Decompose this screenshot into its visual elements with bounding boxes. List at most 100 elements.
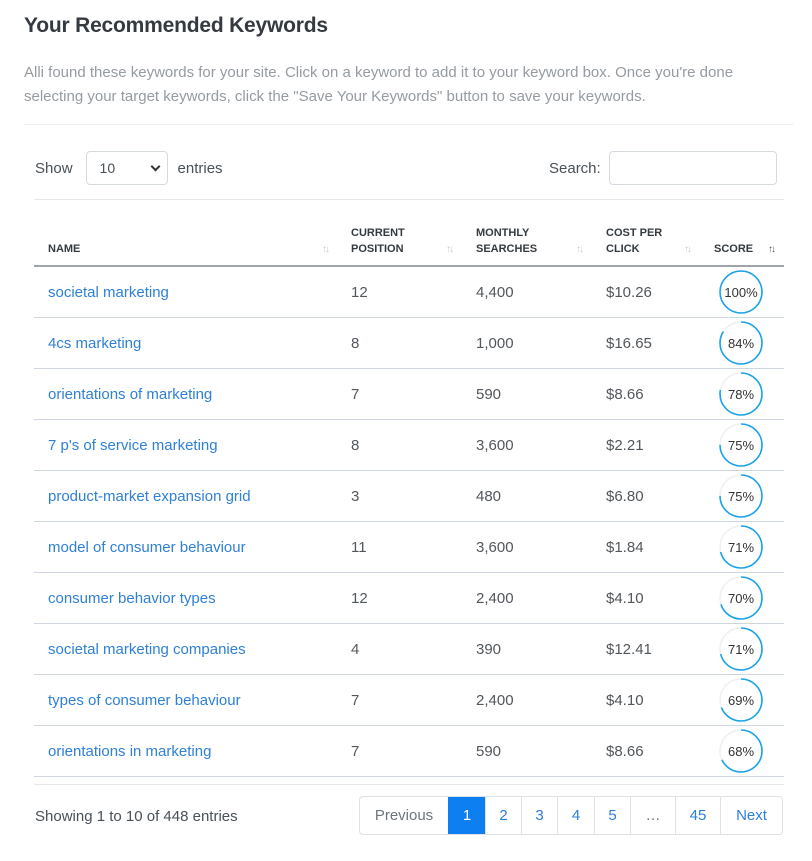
sort-icon[interactable]: ↑↓: [576, 244, 584, 255]
table-row: model of consumer behaviour 11 3,600 $1.84 7…: [34, 522, 784, 573]
keyword-cell: product-market expansion grid: [48, 471, 251, 521]
column-header-line: COST PER: [606, 227, 663, 239]
score-value: 70%: [727, 590, 755, 606]
monthly-searches-cell: 590: [476, 742, 502, 760]
current-position-cell: 7: [351, 726, 359, 776]
column-header-line: NAME: [48, 243, 81, 255]
entries-select[interactable]: 10: [85, 151, 168, 185]
current-position-cell: 7: [351, 369, 359, 419]
score-gauge: 71%: [718, 524, 764, 570]
sort-icon[interactable]: ↑↓: [446, 244, 454, 255]
monthly-searches-cell: 2,400: [476, 589, 514, 607]
column-header-line: POSITION: [351, 243, 404, 255]
show-label: Show: [35, 159, 73, 177]
column-header-label: MONTHLY SEARCHES: [476, 225, 537, 257]
page-button-2[interactable]: 2: [485, 797, 521, 834]
score-gauge: 75%: [718, 473, 764, 519]
monthly-searches-cell: 590: [476, 369, 501, 419]
score-value: 71%: [727, 539, 755, 555]
keyword-link[interactable]: types of consumer behaviour: [48, 692, 241, 709]
current-position-cell: 3: [351, 487, 360, 505]
search-input[interactable]: [608, 151, 777, 185]
current-position-cell: 12: [351, 283, 368, 301]
cost-per-click-cell: $4.10: [606, 573, 644, 623]
monthly-searches-cell: 1,000: [476, 334, 514, 352]
score-value: 71%: [727, 641, 755, 657]
column-header-score[interactable]: SCORE: [714, 214, 753, 265]
cost-per-click-cell: $10.26: [606, 283, 652, 301]
score-value: 75%: [727, 437, 755, 453]
score-gauge: 68%: [718, 728, 764, 774]
entries-label: entries: [177, 159, 223, 177]
page-button-3[interactable]: 3: [521, 797, 557, 834]
current-position-cell: 3: [351, 471, 359, 521]
score-gauge: 70%: [718, 575, 764, 621]
keyword-link[interactable]: 4cs marketing: [48, 335, 141, 352]
monthly-searches-cell: 3,600: [476, 522, 514, 572]
page-button-45[interactable]: 45: [675, 797, 720, 834]
sort-desc-icon[interactable]: ↑↓: [768, 244, 776, 255]
monthly-searches-cell: 1,000: [476, 318, 514, 368]
keyword-link[interactable]: orientations of marketing: [48, 386, 212, 403]
column-header-label: SCORE: [714, 241, 753, 257]
column-header-label: NAME: [48, 241, 80, 257]
cost-per-click-cell: $12.41: [606, 624, 652, 674]
page-button-4[interactable]: 4: [557, 797, 594, 834]
keyword-link[interactable]: product-market expansion grid: [48, 488, 251, 505]
table-row: societal marketing 12 4,400 $10.26 100%: [34, 267, 784, 318]
current-position-cell: 8: [351, 436, 360, 454]
keyword-link[interactable]: orientations in marketing: [48, 743, 211, 760]
column-header-label: COST PER CLICK: [606, 225, 662, 257]
column-header-current-position[interactable]: CURRENT POSITION: [351, 214, 405, 265]
monthly-searches-cell: 590: [476, 385, 502, 403]
page-button-1[interactable]: 1: [448, 797, 485, 834]
cost-per-click-cell: $10.26: [606, 267, 652, 317]
search-control: Search:: [549, 151, 777, 185]
page-title: Your Recommended Keywords: [24, 14, 328, 37]
keyword-cell: 4cs marketing: [48, 318, 141, 368]
page-description: Alli found these keywords for your site.…: [24, 64, 734, 105]
monthly-searches-cell: 2,400: [476, 691, 514, 709]
cost-per-click-cell: $12.41: [606, 640, 652, 658]
monthly-searches-cell: 4,400: [476, 283, 514, 301]
keyword-cell: orientations of marketing: [48, 369, 212, 419]
current-position-cell: 11: [351, 538, 367, 556]
score-value: 100%: [724, 284, 758, 300]
keyword-link[interactable]: societal marketing companies: [48, 641, 246, 658]
keyword-link[interactable]: societal marketing: [48, 284, 169, 301]
score-gauge: 71%: [718, 626, 764, 672]
keyword-cell: model of consumer behaviour: [48, 522, 246, 572]
score-gauge: 78%: [718, 371, 764, 417]
next-button[interactable]: Next: [720, 797, 782, 834]
table-row: types of consumer behaviour 7 2,400 $4.10 69…: [34, 675, 784, 726]
entries-length-control: Show 10 entries: [35, 151, 223, 185]
current-position-cell: 7: [351, 691, 360, 709]
score-value: 84%: [727, 335, 755, 351]
sort-icon[interactable]: ↑↓: [684, 244, 692, 255]
column-header-name[interactable]: NAME: [48, 214, 80, 265]
monthly-searches-cell: 2,400: [476, 573, 514, 623]
current-position-cell: 12: [351, 267, 368, 317]
pagination-ellipsis: …: [630, 797, 675, 834]
monthly-searches-cell: 3,600: [476, 420, 514, 470]
sort-icon[interactable]: ↑↓: [322, 244, 330, 255]
table-row: 4cs marketing 8 1,000 $16.65 84%: [34, 318, 784, 369]
table-row: orientations in marketing 7 590 $8.66 68%: [34, 726, 784, 777]
current-position-cell: 12: [351, 589, 368, 607]
column-header-cost-per-click[interactable]: COST PER CLICK: [606, 214, 662, 265]
keyword-link[interactable]: 7 p's of service marketing: [48, 437, 218, 454]
current-position-cell: 7: [351, 742, 360, 760]
table-header: NAME ↑↓ CURRENT POSITION ↑↓ MONTHLY SEARCHES ↑↓…: [34, 214, 784, 267]
divider: [24, 124, 794, 125]
column-header-line: SCORE: [714, 243, 754, 255]
current-position-cell: 8: [351, 420, 359, 470]
current-position-cell: 7: [351, 385, 360, 403]
current-position-cell: 11: [351, 522, 367, 572]
previous-button[interactable]: Previous: [360, 797, 448, 834]
divider: [34, 199, 784, 200]
entries-select-value: 10: [99, 160, 116, 176]
page-button-5[interactable]: 5: [594, 797, 630, 834]
keyword-link[interactable]: model of consumer behaviour: [48, 539, 246, 556]
keyword-link[interactable]: consumer behavior types: [48, 590, 216, 607]
column-header-monthly-searches[interactable]: MONTHLY SEARCHES: [476, 214, 537, 265]
